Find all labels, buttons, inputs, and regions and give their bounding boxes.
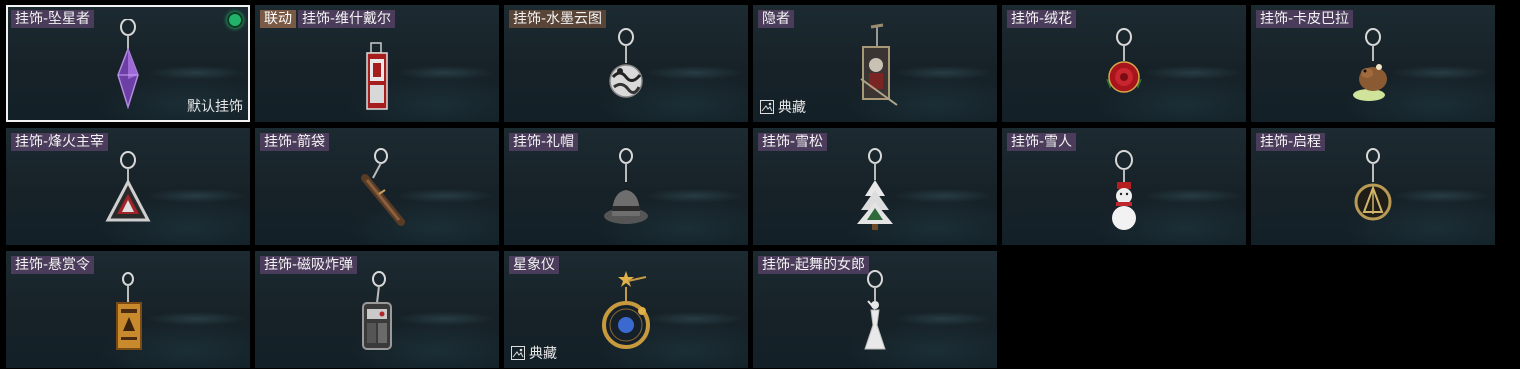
charm-name: 挂饰-悬赏令 <box>11 256 95 274</box>
default-charm-label: 默认挂饰 <box>187 99 243 115</box>
magnet-bomb-charm-icon <box>362 271 392 350</box>
quiver-charm-icon <box>361 148 405 226</box>
charm-card-falling-star[interactable]: 挂饰-坠星者 默认挂饰 <box>6 5 250 122</box>
charm-card-cedar[interactable]: 挂饰-雪松 <box>753 128 997 245</box>
charm-name: 挂饰-雪松 <box>758 133 828 151</box>
charm-card-top-hat[interactable]: 挂饰-礼帽 <box>504 128 748 245</box>
ink-ball-charm-icon <box>609 28 643 98</box>
charm-name-tag: 星象仪 <box>509 256 559 274</box>
rarity-badge: 典藏 <box>760 97 806 117</box>
rarity-label: 典藏 <box>529 346 557 362</box>
charm-name: 挂饰-启程 <box>1256 133 1326 151</box>
equipped-indicator-icon <box>227 12 243 28</box>
red-rose-charm-icon <box>1106 28 1142 93</box>
charm-card-magnet-bomb[interactable]: 挂饰-磁吸炸弹 <box>255 251 499 368</box>
charm-name-tag: 挂饰-雪松 <box>758 133 828 151</box>
charm-name-tag: 挂饰-雪人 <box>1007 133 1077 151</box>
charm-card-ink-cloud[interactable]: 挂饰-水墨云图 <box>504 5 748 122</box>
red-banner-charm-icon <box>366 42 388 110</box>
rarity-badge: 典藏 <box>511 343 557 363</box>
top-hat-charm-icon <box>604 148 648 224</box>
dancing-lady-charm-icon <box>864 270 886 350</box>
charm-name-tag: 挂饰-绒花 <box>1007 10 1077 28</box>
astrolabe-charm-icon <box>602 271 650 349</box>
charm-name: 挂饰-雪人 <box>1007 133 1077 151</box>
bounty-scroll-charm-icon <box>116 272 142 350</box>
charm-name-tag: 挂饰-箭袋 <box>260 133 330 151</box>
charm-card-bounty[interactable]: 挂饰-悬赏令 <box>6 251 250 368</box>
charm-card-departure[interactable]: 挂饰-启程 <box>1251 128 1495 245</box>
charm-card-quiver[interactable]: 挂饰-箭袋 <box>255 128 499 245</box>
charm-card-snowman[interactable]: 挂饰-雪人 <box>1002 128 1246 245</box>
purple-crystal-charm-icon <box>117 19 139 110</box>
hermit-card-charm-icon <box>860 23 898 106</box>
charm-card-beacon-ruler[interactable]: 挂饰-烽火主宰 <box>6 128 250 245</box>
charm-name-tag: 挂饰-悬赏令 <box>11 256 95 274</box>
charm-name: 隐者 <box>758 10 794 28</box>
snowman-charm-icon <box>1112 150 1136 230</box>
charm-card-capybara[interactable]: 挂饰-卡皮巴拉 <box>1251 5 1495 122</box>
collection-picture-icon <box>511 346 525 360</box>
charm-name: 挂饰-坠星者 <box>11 10 95 28</box>
charm-card-velvet-flower[interactable]: 挂饰-绒花 <box>1002 5 1246 122</box>
charm-card-orrery[interactable]: 星象仪 典藏 <box>504 251 748 368</box>
charm-name-tag: 隐者 <box>758 10 794 28</box>
capybara-charm-icon <box>1353 28 1387 101</box>
charm-grid: 挂饰-坠星者 默认挂饰 联动 挂饰-维什戴尔 挂饰-水墨云图 隐者 典藏 挂饰-… <box>6 5 1495 368</box>
rarity-label: 典藏 <box>778 100 806 116</box>
collection-picture-icon <box>760 100 774 114</box>
charm-name: 星象仪 <box>509 256 559 274</box>
charm-name: 挂饰-箭袋 <box>260 133 330 151</box>
compass-ring-charm-icon <box>1354 148 1392 221</box>
charm-card-dancing-lady[interactable]: 挂饰-起舞的女郎 <box>753 251 997 368</box>
triangle-emblem-charm-icon <box>105 151 151 222</box>
charm-name: 挂饰-绒花 <box>1007 10 1077 28</box>
charm-name-tag: 挂饰-启程 <box>1256 133 1326 151</box>
collab-badge: 联动 <box>260 10 296 28</box>
charm-name-tag: 挂饰-坠星者 <box>11 10 95 28</box>
charm-card-wisadel[interactable]: 联动 挂饰-维什戴尔 <box>255 5 499 122</box>
charm-card-hermit[interactable]: 隐者 典藏 <box>753 5 997 122</box>
charm-name-tag: 挂饰-礼帽 <box>509 133 579 151</box>
snowy-pine-charm-icon <box>857 148 893 230</box>
charm-name: 挂饰-礼帽 <box>509 133 579 151</box>
